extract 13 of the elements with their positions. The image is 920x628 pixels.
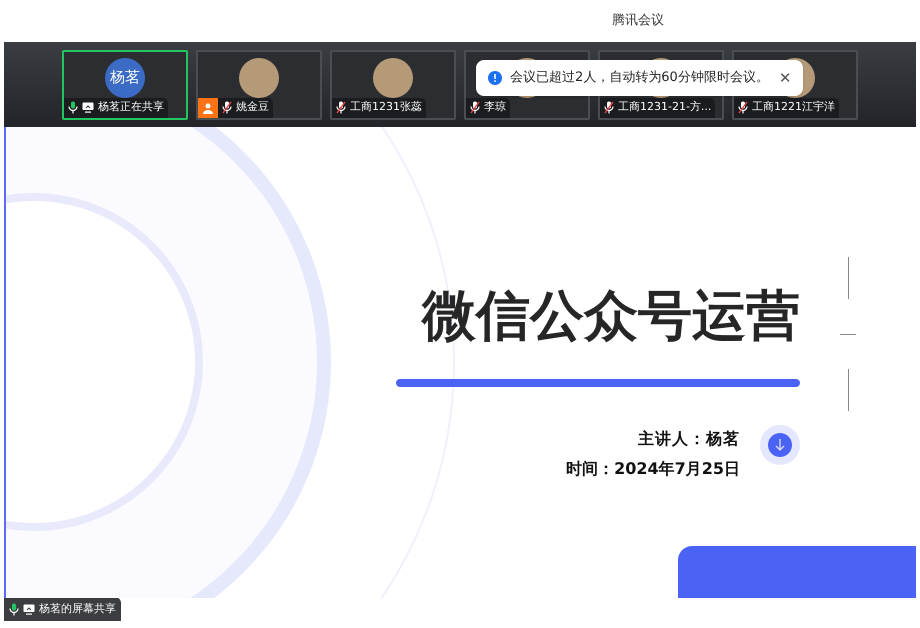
window-title: 腾讯会议 (612, 12, 664, 30)
participant-name: 工商1221江宇洋 (752, 99, 835, 116)
toast-message: 会议已超过2人，自动转为60分钟限时会议。 (510, 69, 769, 88)
participant-name: 杨茗正在共享 (98, 99, 164, 116)
slide-title: 微信公众号运营 (422, 289, 800, 343)
date-text: 时间：2024年7月25日 (566, 458, 740, 480)
participant-name: 工商1231张蕊 (350, 99, 422, 116)
participant-name: 姚金豆 (236, 99, 269, 116)
participant-name: 工商1231-21-方... (618, 99, 712, 116)
participant-name: 李琼 (484, 99, 506, 116)
avatar: 杨茗 (105, 58, 145, 98)
speaker-text: 主讲人：杨茗 (638, 428, 740, 450)
share-label-text: 杨茗的屏幕共享 (39, 600, 116, 617)
